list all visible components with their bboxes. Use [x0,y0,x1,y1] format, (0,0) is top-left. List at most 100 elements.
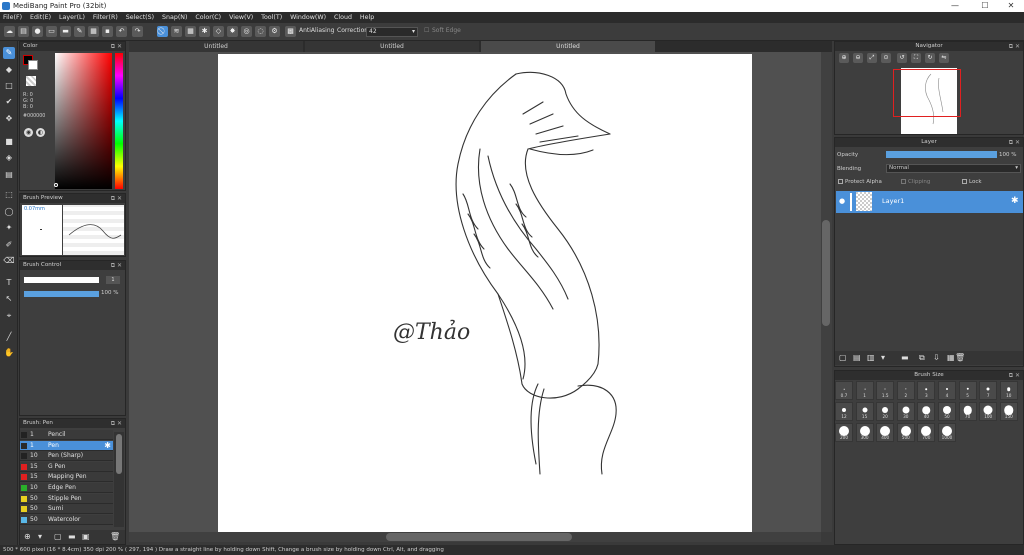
brush-size-value[interactable]: 1 [106,276,120,284]
brush-size-preset[interactable]: 12 [835,402,853,421]
brush-opacity-slider[interactable] [24,291,99,297]
panel-menu-icon[interactable]: ⧉ ✕ [1009,42,1020,51]
tab-untitled-1[interactable]: Untitled [129,41,303,52]
menu-file[interactable]: File(F) [0,12,25,23]
flip-icon[interactable]: ⇋ [939,53,949,63]
color-picker-cursor[interactable] [54,183,58,187]
fullscreen-icon[interactable]: ⛶ [911,53,921,63]
hue-slider[interactable] [115,53,123,189]
minimize-button[interactable]: — [942,0,968,12]
rect-tool-icon[interactable]: □ [3,80,15,92]
operation-tool-icon[interactable]: ↖ [3,293,15,305]
new-layer-icon[interactable]: ▢ [839,353,847,362]
snap-vanish-icon[interactable]: ◇ [213,26,224,37]
panel-menu-icon[interactable]: ⧉ ✕ [111,261,122,270]
brush-item[interactable]: 1 Pencil [20,430,113,440]
correction-select[interactable]: 42 ▾ [366,27,418,37]
brush-item[interactable]: 50 Watercolor [20,514,113,525]
brush-size-preset[interactable]: 1.5 [876,381,895,400]
brush-size-preset[interactable]: 500 [896,423,915,442]
brush-size-preset[interactable]: 50 [938,402,956,421]
brush-size-preset[interactable]: 1000 [938,423,956,442]
eyedropper-tool-icon[interactable]: ⌖ [3,310,15,322]
layer-row-layer1[interactable]: ● Layer1 ✱ [836,191,1023,213]
cloud-icon[interactable]: ☁ [4,26,15,37]
divide-tool-icon[interactable]: ╱ [3,331,15,343]
brush-item[interactable]: 10 Edge Pen [20,483,113,493]
brush-size-preset[interactable]: 3 [917,381,936,400]
brush-size-preset[interactable]: 7 [979,381,998,400]
menu-window[interactable]: Window(W) [287,12,329,23]
zoom-fit-icon[interactable]: ⤢ [867,53,877,63]
maximize-button[interactable]: ☐ [972,0,998,12]
new-8bit-layer-icon[interactable]: ▥ [867,353,875,362]
brush-size-preset[interactable]: 30 [896,402,915,421]
menu-view[interactable]: View(V) [226,12,256,23]
menu-select[interactable]: Select(S) [123,12,157,23]
text-tool-icon[interactable]: T [3,277,15,289]
menu-color[interactable]: Color(C) [192,12,224,23]
fill-rect-tool-icon[interactable]: ■ [3,136,15,148]
snap-radial-icon[interactable]: ✸ [227,26,238,37]
brush-item[interactable]: 15 G Pen [20,461,113,472]
brush-item[interactable]: 50 Stipple Pen [20,493,113,504]
grid-icon[interactable]: ▦ [88,26,99,37]
brush-size-preset[interactable]: 150 [999,402,1018,421]
menu-snap[interactable]: Snap(N) [159,12,190,23]
snap-cross-icon[interactable]: ✱ [199,26,210,37]
menu-layer[interactable]: Layer(L) [56,12,88,23]
brush-size-preset[interactable]: 1 [855,381,874,400]
brush-size-preset[interactable]: 40 [917,402,936,421]
menu-help[interactable]: Help [357,12,377,23]
gear-icon[interactable]: ✱ [1011,196,1019,206]
zoom-actual-icon[interactable]: ⊙ [881,53,891,63]
redo-icon[interactable]: ↷ [132,26,143,37]
brush-size-preset[interactable]: 100 [979,402,998,421]
gear-icon[interactable]: ✱ [104,441,111,451]
magic-wand-tool-icon[interactable]: ✦ [3,222,15,234]
panel-menu-icon[interactable]: ⧉ ✕ [111,42,122,51]
menu-filter[interactable]: Filter(R) [90,12,121,23]
bucket-tool-icon[interactable]: ◈ [3,152,15,164]
gradient-tool-icon[interactable]: ▤ [3,169,15,181]
clipping-checkbox[interactable]: Clipping [901,179,930,185]
brush-size-slider[interactable] [24,277,99,283]
rotate-left-icon[interactable]: ↺ [897,53,907,63]
snap-parallel-icon[interactable]: ≋ [171,26,182,37]
eye-icon[interactable]: ● [839,197,845,205]
hand-tool-icon[interactable]: ✋ [3,347,15,359]
tab-untitled-2[interactable]: Untitled [305,41,479,52]
comment-icon[interactable]: ● [32,26,43,37]
brush-size-preset[interactable]: 15 [855,402,874,421]
brush-item[interactable]: 10 Pen (Sharp) [20,451,113,462]
copy-brush-icon[interactable]: ▢ [54,532,62,541]
edit-icon[interactable]: ✎ [74,26,85,37]
open-icon[interactable]: ▤ [18,26,29,37]
export-icon[interactable]: ▬ [60,26,71,37]
snap-off-icon[interactable]: ⃠ [157,26,168,37]
vertical-scrollbar-thumb[interactable] [822,220,830,326]
snap-grid-icon[interactable]: ▦ [185,26,196,37]
snap-circle-icon[interactable]: ◎ [241,26,252,37]
brush-size-preset[interactable]: 700 [917,423,936,442]
menu-edit[interactable]: Edit(E) [27,12,54,23]
snap-setting-icon[interactable]: ⚙ [269,26,280,37]
antialiasing-checkbox[interactable]: ▩ [285,26,296,37]
brush-list-scrollbar[interactable] [114,432,124,527]
add-brush-icon[interactable]: ⊕ [24,532,31,541]
brush-size-preset[interactable]: 70 [958,402,977,421]
brush-size-preset[interactable]: 10 [999,381,1018,400]
brush-item[interactable]: 50 Sumi [20,504,113,515]
zoom-out-icon[interactable]: ⊖ [853,53,863,63]
select-eraser-tool-icon[interactable]: ⌫ [3,255,15,267]
brush-size-preset[interactable]: 400 [876,423,895,442]
color-saturation-field[interactable] [55,53,112,189]
rotate-right-icon[interactable]: ↻ [925,53,935,63]
panel-menu-icon[interactable]: ⧉ ✕ [111,194,122,203]
clear-layer-icon[interactable]: ▦ [947,353,955,362]
check-tool-icon[interactable]: ✔ [3,96,15,108]
print-icon[interactable]: ▪ [102,26,113,37]
panel-menu-icon[interactable]: ⧉ ✕ [1009,371,1020,380]
new-halftone-layer-icon[interactable]: ▤ [853,353,861,362]
background-color-swatch[interactable] [28,60,38,70]
